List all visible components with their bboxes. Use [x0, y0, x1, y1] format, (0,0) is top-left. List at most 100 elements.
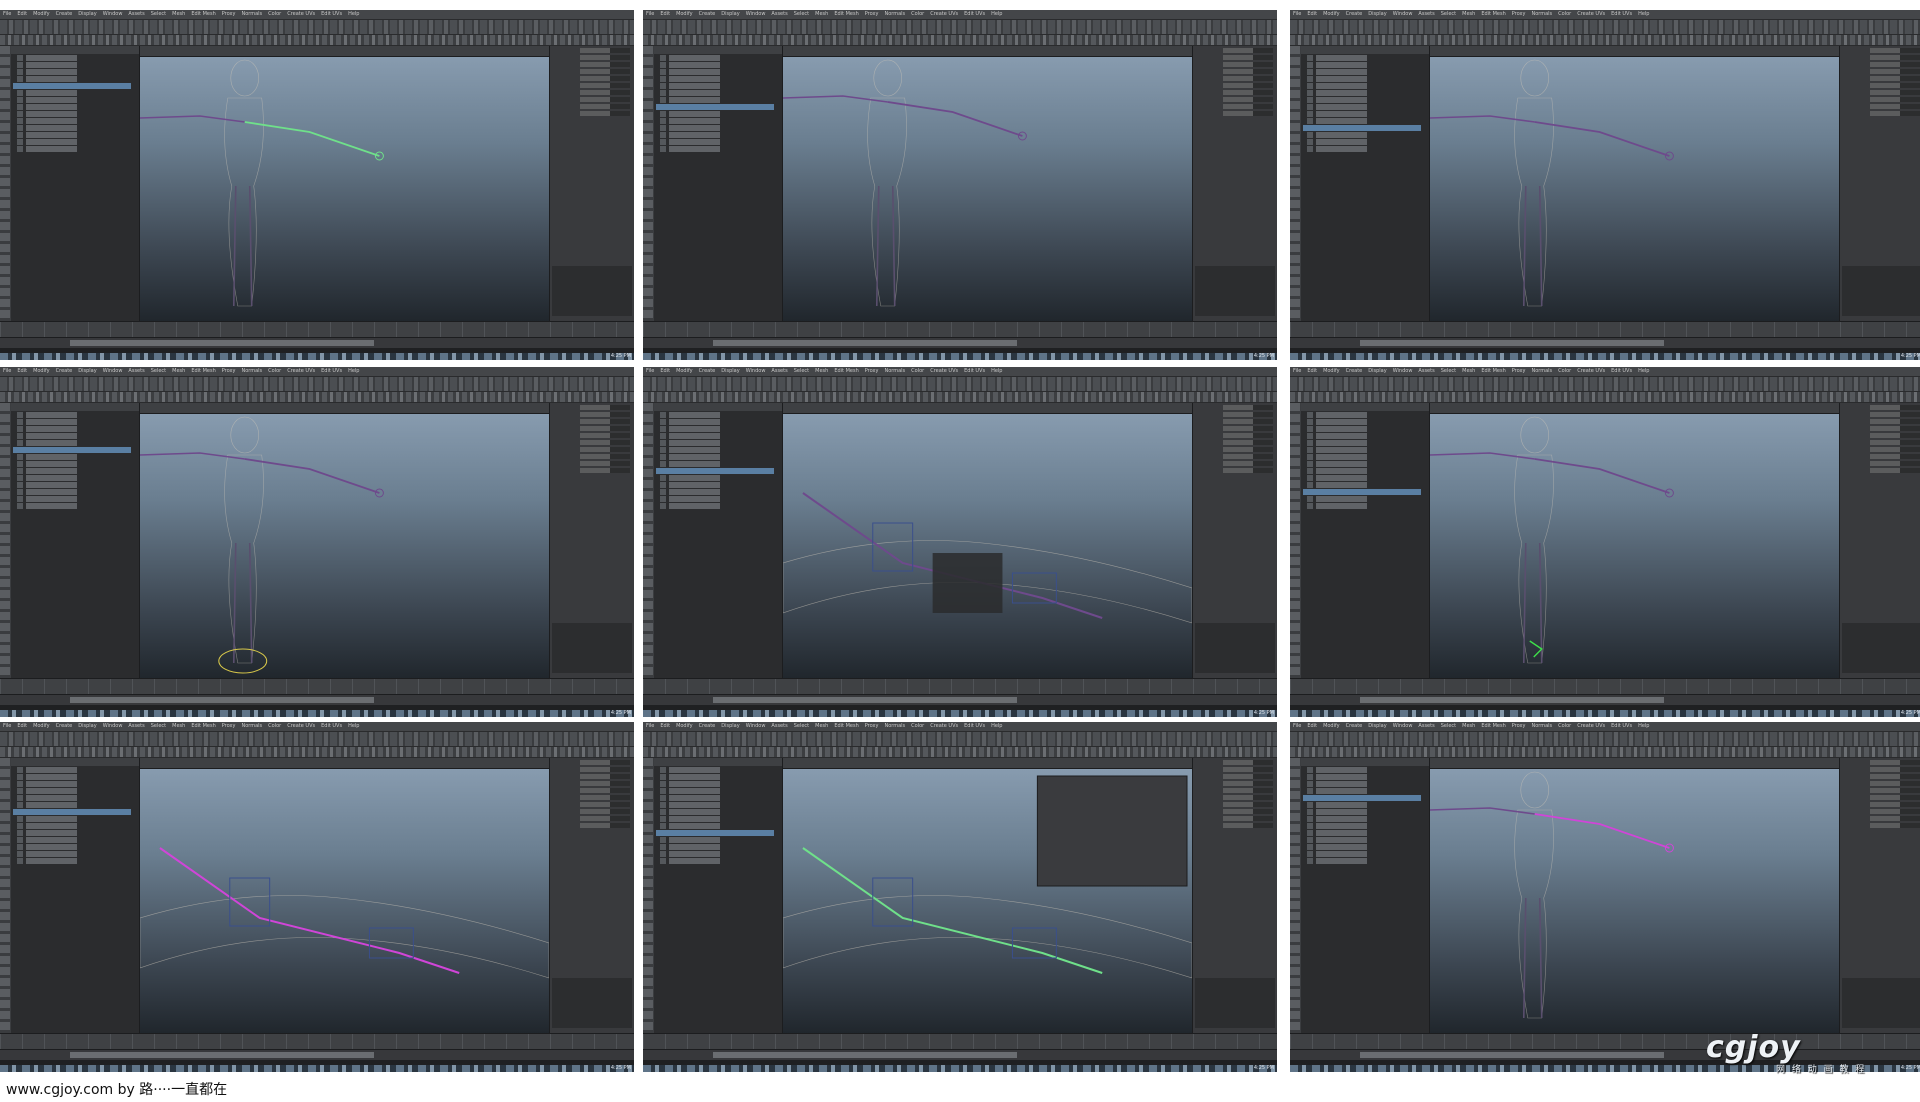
- menu-item[interactable]: Display: [78, 723, 96, 729]
- outliner-item[interactable]: [17, 830, 77, 836]
- outliner-item[interactable]: [1307, 111, 1367, 117]
- outliner-item[interactable]: [17, 433, 77, 439]
- menu-item[interactable]: Create UVs: [287, 11, 315, 17]
- menu-item[interactable]: Assets: [1418, 723, 1434, 729]
- channel-attribute[interactable]: [1223, 83, 1273, 88]
- outliner-item[interactable]: [17, 503, 77, 509]
- outliner-item[interactable]: [17, 440, 77, 446]
- menu-item[interactable]: Window: [746, 11, 766, 17]
- outliner-item[interactable]: [17, 90, 77, 96]
- channel-attribute[interactable]: [1223, 405, 1273, 410]
- menu-item[interactable]: Edit UVs: [321, 11, 342, 17]
- outliner-item[interactable]: [1307, 802, 1367, 808]
- outliner-item[interactable]: [1307, 816, 1367, 822]
- channel-attribute[interactable]: [580, 440, 630, 445]
- outliner-item[interactable]: [1307, 69, 1367, 75]
- range-slider-handle[interactable]: [1360, 697, 1664, 703]
- status-line-toolbar[interactable]: [0, 732, 634, 747]
- menu-item[interactable]: File: [646, 368, 654, 374]
- tool-box[interactable]: [0, 46, 10, 330]
- menu-item[interactable]: Proxy: [222, 723, 236, 729]
- outliner-item[interactable]: [13, 447, 131, 453]
- outliner-item[interactable]: [1307, 433, 1367, 439]
- outliner-item[interactable]: [1303, 489, 1421, 495]
- channel-attribute[interactable]: [1870, 802, 1920, 807]
- outliner-item[interactable]: [17, 118, 77, 124]
- shelf-toolbar[interactable]: [0, 35, 634, 46]
- outliner-item[interactable]: [1307, 823, 1367, 829]
- menu-item[interactable]: Edit Mesh: [834, 368, 858, 374]
- shelf-toolbar[interactable]: [1290, 747, 1920, 758]
- outliner-item[interactable]: [1307, 412, 1367, 418]
- time-slider[interactable]: [1290, 321, 1920, 338]
- menu-item[interactable]: Edit: [17, 723, 27, 729]
- command-line[interactable]: 4:25 PM: [643, 705, 1277, 717]
- menu-item[interactable]: Select: [151, 723, 166, 729]
- outliner-item[interactable]: [1307, 461, 1367, 467]
- outliner-item[interactable]: [17, 795, 77, 801]
- channel-attribute[interactable]: [580, 809, 630, 814]
- menu-item[interactable]: Select: [794, 368, 809, 374]
- outliner-item[interactable]: [660, 489, 720, 495]
- menu-item[interactable]: File: [646, 723, 654, 729]
- channel-attribute[interactable]: [580, 767, 630, 772]
- menu-item[interactable]: Color: [1558, 368, 1571, 374]
- menu-item[interactable]: Create UVs: [1577, 368, 1605, 374]
- channel-attribute[interactable]: [580, 405, 630, 410]
- channel-attribute[interactable]: [1870, 62, 1920, 67]
- command-line[interactable]: 4:25 PM: [1290, 348, 1920, 360]
- menu-item[interactable]: Proxy: [222, 368, 236, 374]
- outliner-item[interactable]: [1307, 426, 1367, 432]
- outliner-item[interactable]: [660, 482, 720, 488]
- menu-item[interactable]: Edit UVs: [964, 368, 985, 374]
- outliner-item[interactable]: [17, 781, 77, 787]
- channel-attribute[interactable]: [1223, 69, 1273, 74]
- outliner-item[interactable]: [1307, 104, 1367, 110]
- command-line[interactable]: 4:25 PM: [0, 1060, 634, 1072]
- command-line[interactable]: 4:25 PM: [0, 348, 634, 360]
- taskbar[interactable]: [0, 353, 634, 360]
- menu-item[interactable]: Modify: [676, 368, 693, 374]
- channel-attribute[interactable]: [1223, 104, 1273, 109]
- viewport-3d[interactable]: [783, 46, 1192, 322]
- tool-box[interactable]: [643, 758, 653, 1042]
- outliner-item[interactable]: [17, 62, 77, 68]
- channel-attribute[interactable]: [1223, 788, 1273, 793]
- channel-attribute[interactable]: [1870, 48, 1920, 53]
- menu-item[interactable]: Create UVs: [287, 723, 315, 729]
- outliner-item[interactable]: [660, 781, 720, 787]
- outliner-item[interactable]: [17, 132, 77, 138]
- menu-item[interactable]: Create: [56, 11, 73, 17]
- layer-editor[interactable]: [1842, 978, 1920, 1028]
- status-line-toolbar[interactable]: [643, 377, 1277, 392]
- channel-attribute[interactable]: [1223, 454, 1273, 459]
- menu-item[interactable]: Edit: [660, 723, 670, 729]
- channel-attribute[interactable]: [1870, 447, 1920, 452]
- channel-attribute[interactable]: [580, 433, 630, 438]
- outliner-item[interactable]: [660, 62, 720, 68]
- channel-attribute[interactable]: [1223, 809, 1273, 814]
- range-slider-handle[interactable]: [1360, 1052, 1664, 1058]
- tool-box[interactable]: [643, 403, 653, 687]
- layer-editor[interactable]: [1195, 623, 1275, 673]
- shelf-toolbar[interactable]: [643, 35, 1277, 46]
- range-slider-handle[interactable]: [713, 697, 1017, 703]
- menu-item[interactable]: Window: [103, 723, 123, 729]
- channel-attribute[interactable]: [580, 461, 630, 466]
- outliner-item[interactable]: [660, 496, 720, 502]
- viewport-3d[interactable]: [1430, 758, 1839, 1034]
- outliner-item[interactable]: [17, 419, 77, 425]
- outliner-item[interactable]: [17, 76, 77, 82]
- menu-item[interactable]: Normals: [1531, 723, 1552, 729]
- menu-item[interactable]: Select: [794, 11, 809, 17]
- menu-item[interactable]: Mesh: [1462, 368, 1475, 374]
- channel-attribute[interactable]: [1223, 412, 1273, 417]
- outliner-item[interactable]: [17, 496, 77, 502]
- menu-item[interactable]: Modify: [33, 368, 50, 374]
- layer-editor[interactable]: [552, 266, 632, 316]
- outliner-item[interactable]: [660, 440, 720, 446]
- channel-attribute[interactable]: [1223, 795, 1273, 800]
- menu-item[interactable]: Select: [1441, 368, 1456, 374]
- channel-attribute[interactable]: [1870, 111, 1920, 116]
- channel-attribute[interactable]: [1870, 760, 1920, 765]
